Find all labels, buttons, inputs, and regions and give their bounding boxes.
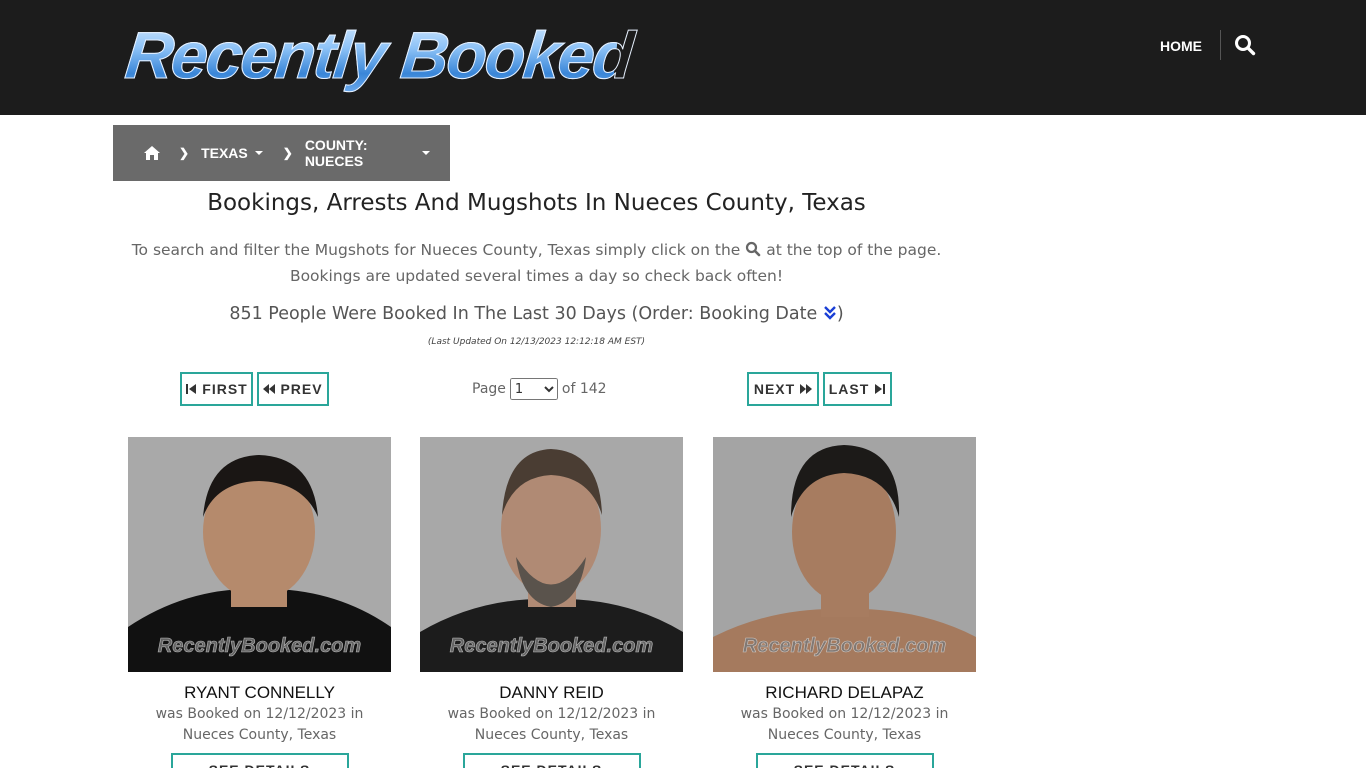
booking-count-close: ) <box>836 304 844 324</box>
booked-date: was Booked on 12/12/2023 in <box>155 706 364 722</box>
mugshot-card[interactable]: RecentlyBooked.com RICHARD DELAPAZ was B… <box>713 437 976 768</box>
first-page-icon <box>186 384 197 394</box>
search-icon <box>745 239 761 257</box>
booked-location: Nueces County, Texas <box>474 727 629 743</box>
person-name[interactable]: RYANT CONNELLY <box>128 683 391 703</box>
page-total: of 142 <box>561 381 607 397</box>
logo-text: Recently Booked <box>122 18 636 93</box>
mugshot-card[interactable]: RecentlyBooked.com RYANT CONNELLY was Bo… <box>128 437 391 768</box>
mugshot-photo[interactable]: RecentlyBooked.com <box>128 437 391 672</box>
person-name[interactable]: DANNY REID <box>420 683 683 703</box>
chevron-right-icon: ❯ <box>282 146 293 160</box>
booking-count-text: 851 People Were Booked In The Last 30 Da… <box>229 304 818 324</box>
first-page-button[interactable]: FIRST <box>180 372 253 406</box>
booked-location: Nueces County, Texas <box>767 727 922 743</box>
last-updated: (Last Updated On 12/13/2023 12:12:18 AM … <box>427 337 646 347</box>
next-page-label: NEXT <box>753 381 796 397</box>
home-icon[interactable] <box>143 145 161 161</box>
photo-watermark: RecentlyBooked.com <box>742 635 947 658</box>
page-title: Bookings, Arrests And Mugshots In Nueces… <box>207 190 866 216</box>
prev-page-label: PREV <box>280 381 323 397</box>
intro-text-before: To search and filter the Mugshots for Nu… <box>131 241 741 259</box>
booking-count: 851 People Were Booked In The Last 30 Da… <box>113 304 960 324</box>
fast-forward-icon <box>800 384 813 394</box>
photo-watermark: RecentlyBooked.com <box>157 635 362 658</box>
site-logo[interactable]: Recently Booked <box>122 18 636 93</box>
mugshot-card[interactable]: RecentlyBooked.com DANNY REID was Booked… <box>420 437 683 768</box>
sort-toggle-icon[interactable] <box>823 305 837 321</box>
caret-down-icon <box>254 151 263 155</box>
first-page-label: FIRST <box>202 381 248 397</box>
see-details-button[interactable]: SEE DETAILS <box>462 753 641 768</box>
page-selector: Page 1 of 142 <box>472 378 607 400</box>
breadcrumb-state[interactable]: TEXAS <box>201 145 263 161</box>
page-select[interactable]: 1 <box>509 378 558 400</box>
last-page-label: LAST <box>828 381 870 397</box>
search-icon[interactable] <box>1234 34 1256 56</box>
nav-home-link[interactable]: HOME <box>1160 34 1202 58</box>
breadcrumb-state-label: TEXAS <box>201 145 248 161</box>
booked-date: was Booked on 12/12/2023 in <box>447 706 656 722</box>
last-page-icon <box>875 384 886 394</box>
mugshot-photo[interactable]: RecentlyBooked.com <box>420 437 683 672</box>
top-navbar: Recently Booked HOME <box>0 0 1366 115</box>
photo-watermark: RecentlyBooked.com <box>449 635 654 658</box>
breadcrumb-county[interactable]: COUNTY: NUECES <box>305 137 430 169</box>
next-page-button[interactable]: NEXT <box>747 372 819 406</box>
page-label: Page <box>472 381 506 397</box>
breadcrumb: ❯ TEXAS ❯ COUNTY: NUECES <box>113 125 450 181</box>
intro-text: To search and filter the Mugshots for Nu… <box>113 237 960 289</box>
booked-date: was Booked on 12/12/2023 in <box>740 706 949 722</box>
breadcrumb-county-label: COUNTY: NUECES <box>304 137 368 169</box>
last-page-button[interactable]: LAST <box>823 372 892 406</box>
caret-down-icon <box>422 151 430 155</box>
chevron-right-icon: ❯ <box>179 146 190 160</box>
booked-location: Nueces County, Texas <box>182 727 337 743</box>
see-details-button[interactable]: SEE DETAILS <box>170 753 349 768</box>
person-name[interactable]: RICHARD DELAPAZ <box>713 683 976 703</box>
rewind-icon <box>263 384 276 394</box>
prev-page-button[interactable]: PREV <box>257 372 329 406</box>
nav-divider <box>1220 30 1221 60</box>
see-details-button[interactable]: SEE DETAILS <box>755 753 934 768</box>
mugshot-photo[interactable]: RecentlyBooked.com <box>713 437 976 672</box>
